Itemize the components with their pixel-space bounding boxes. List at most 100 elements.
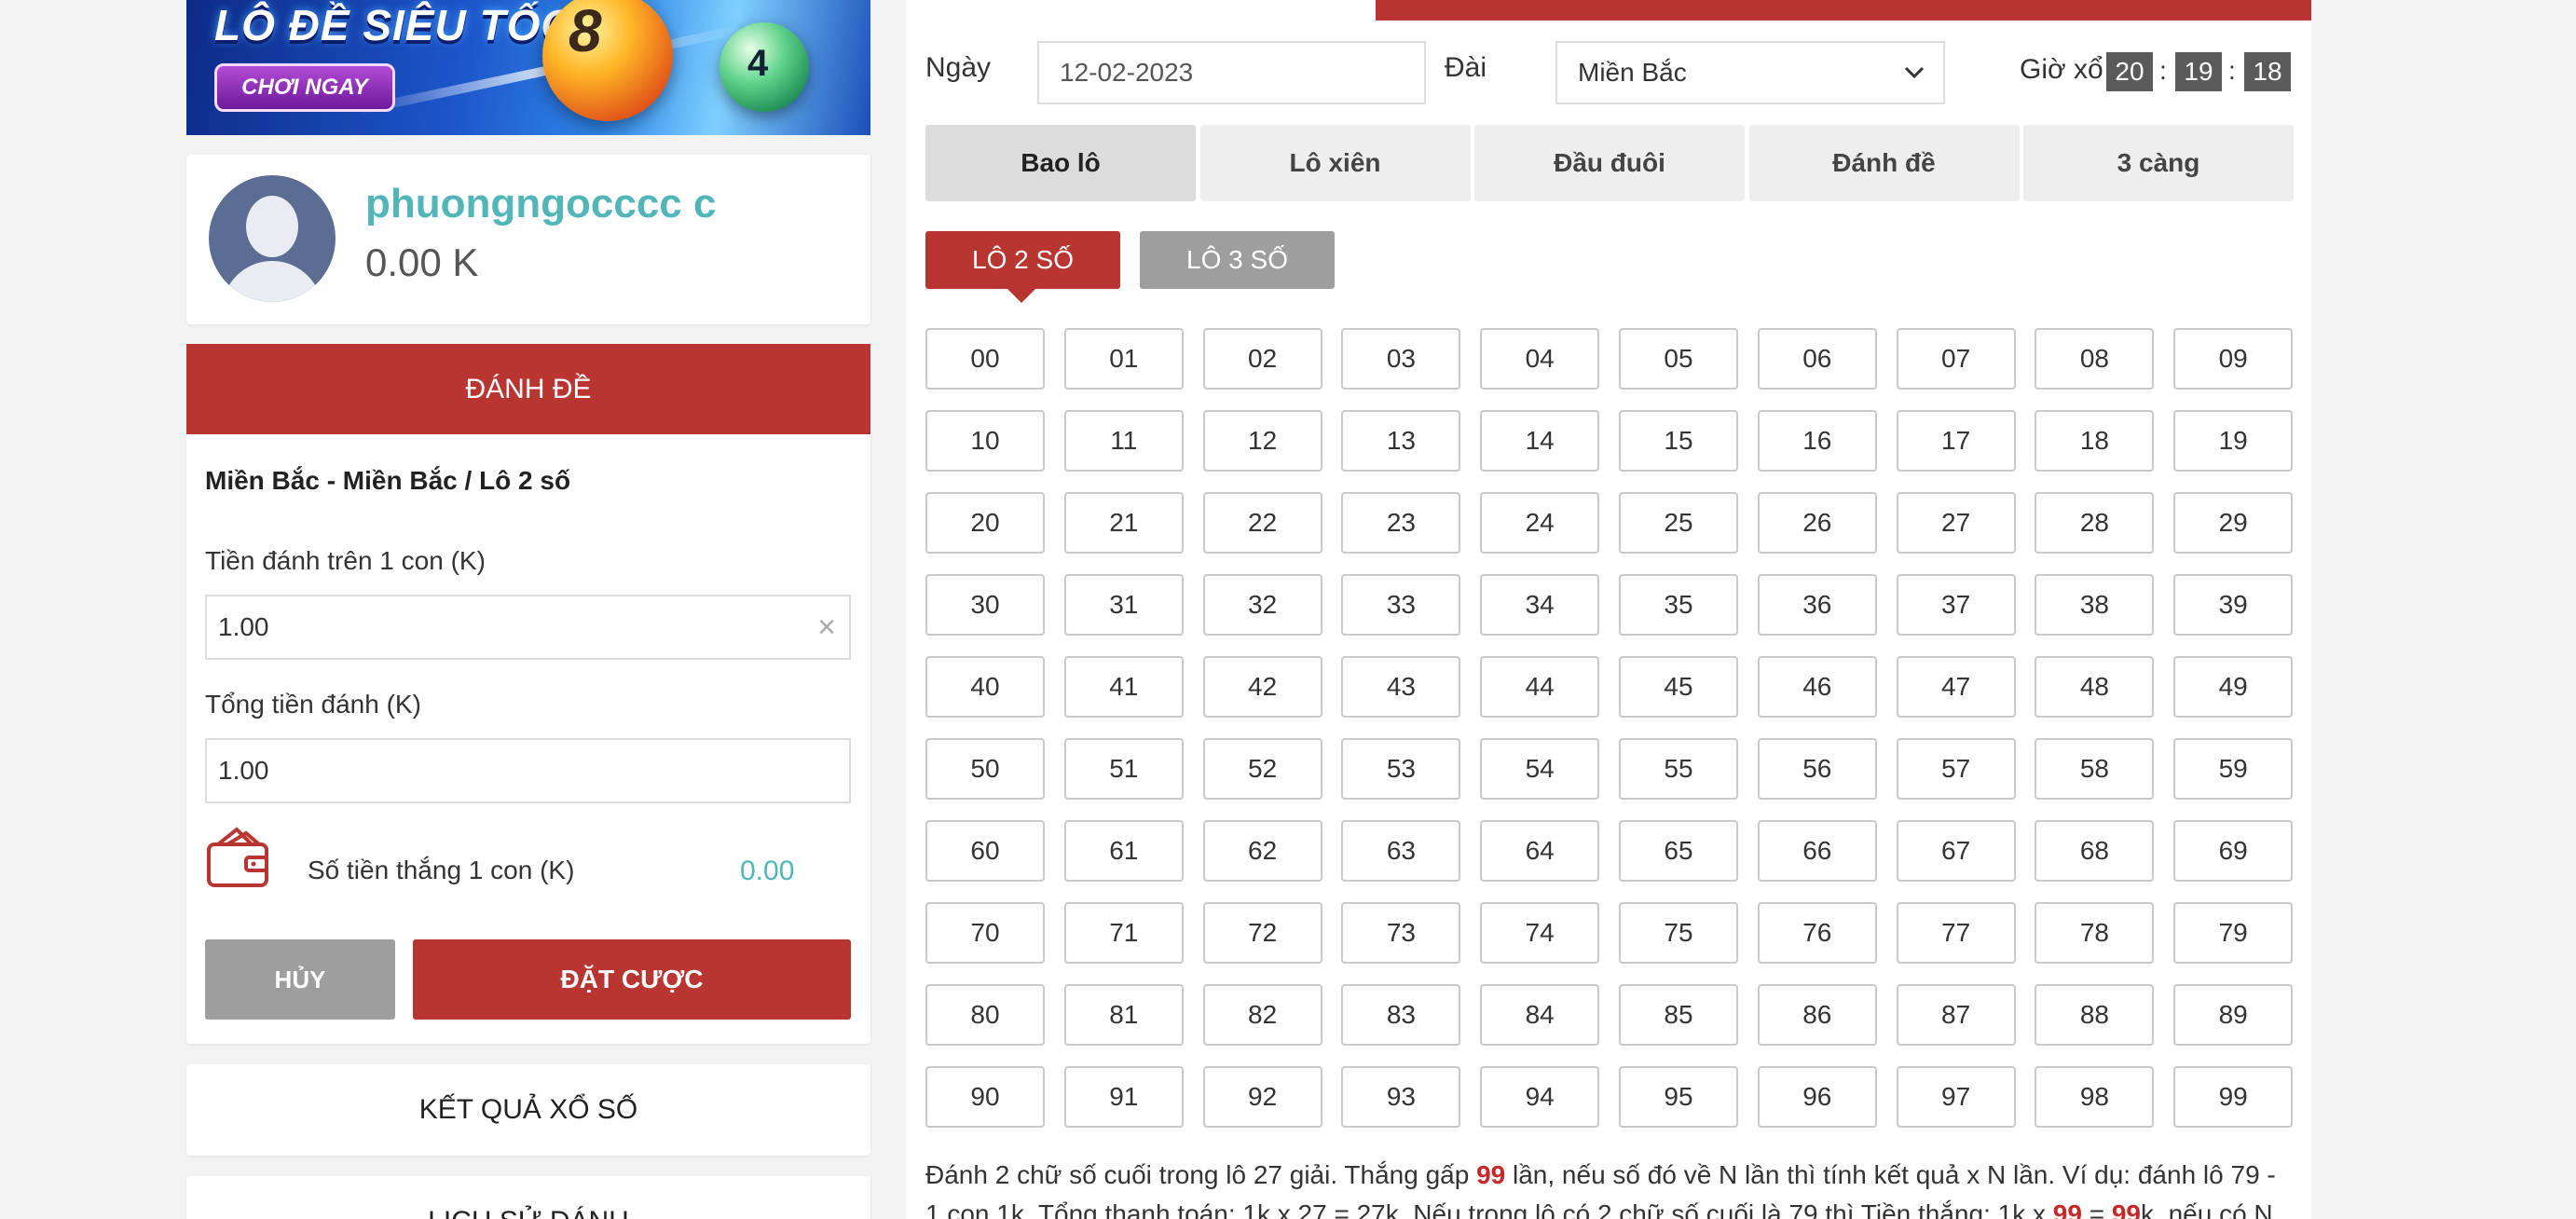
number-cell[interactable]: 43 (1341, 656, 1461, 718)
number-cell[interactable]: 39 (2173, 574, 2294, 636)
number-cell[interactable]: 28 (2035, 492, 2155, 554)
number-cell[interactable]: 37 (1896, 574, 2016, 636)
number-cell[interactable]: 68 (2035, 820, 2155, 882)
number-cell[interactable]: 98 (2035, 1066, 2155, 1128)
number-cell[interactable]: 36 (1757, 574, 1877, 636)
number-cell[interactable]: 99 (2173, 1066, 2294, 1128)
number-cell[interactable]: 07 (1896, 328, 2016, 390)
number-cell[interactable]: 50 (925, 738, 1045, 800)
number-cell[interactable]: 53 (1341, 738, 1461, 800)
number-cell[interactable]: 41 (1063, 656, 1184, 718)
tab-5[interactable]: 3 càng (2023, 125, 2294, 201)
number-cell[interactable]: 09 (2173, 328, 2294, 390)
number-cell[interactable]: 33 (1341, 574, 1461, 636)
number-cell[interactable]: 81 (1063, 984, 1184, 1046)
number-cell[interactable]: 56 (1757, 738, 1877, 800)
number-cell[interactable]: 40 (925, 656, 1045, 718)
date-input[interactable]: 12-02-2023 (1037, 41, 1426, 104)
number-cell[interactable]: 13 (1341, 410, 1461, 472)
number-cell[interactable]: 90 (925, 1066, 1045, 1128)
number-cell[interactable]: 96 (1757, 1066, 1877, 1128)
number-cell[interactable]: 67 (1896, 820, 2016, 882)
number-cell[interactable]: 57 (1896, 738, 2016, 800)
number-cell[interactable]: 32 (1202, 574, 1322, 636)
number-cell[interactable]: 84 (1480, 984, 1600, 1046)
number-cell[interactable]: 78 (2035, 902, 2155, 964)
number-cell[interactable]: 58 (2035, 738, 2155, 800)
number-cell[interactable]: 02 (1202, 328, 1322, 390)
number-cell[interactable]: 00 (925, 328, 1045, 390)
number-cell[interactable]: 11 (1063, 410, 1184, 472)
number-cell[interactable]: 25 (1619, 492, 1738, 554)
number-cell[interactable]: 59 (2173, 738, 2294, 800)
number-cell[interactable]: 70 (925, 902, 1045, 964)
number-cell[interactable]: 86 (1757, 984, 1877, 1046)
total-input[interactable]: 1.00 (205, 738, 851, 803)
subtab-lo-2-so[interactable]: LÔ 2 SỐ (925, 231, 1120, 289)
number-cell[interactable]: 79 (2173, 902, 2294, 964)
number-cell[interactable]: 01 (1063, 328, 1184, 390)
number-cell[interactable]: 87 (1896, 984, 2016, 1046)
number-cell[interactable]: 20 (925, 492, 1045, 554)
number-cell[interactable]: 75 (1619, 902, 1738, 964)
number-cell[interactable]: 04 (1480, 328, 1600, 390)
number-cell[interactable]: 51 (1063, 738, 1184, 800)
number-cell[interactable]: 93 (1341, 1066, 1461, 1128)
number-cell[interactable]: 22 (1202, 492, 1322, 554)
banner-play-button[interactable]: CHƠI NGAY (214, 63, 395, 112)
avatar[interactable] (209, 175, 336, 302)
station-select[interactable]: Miền Bắc (1555, 41, 1945, 104)
number-cell[interactable]: 34 (1480, 574, 1600, 636)
number-cell[interactable]: 54 (1480, 738, 1600, 800)
number-cell[interactable]: 80 (925, 984, 1045, 1046)
number-cell[interactable]: 18 (2035, 410, 2155, 472)
number-cell[interactable]: 82 (1202, 984, 1322, 1046)
number-cell[interactable]: 05 (1619, 328, 1738, 390)
number-cell[interactable]: 52 (1202, 738, 1322, 800)
number-cell[interactable]: 65 (1619, 820, 1738, 882)
number-cell[interactable]: 55 (1619, 738, 1738, 800)
number-cell[interactable]: 30 (925, 574, 1045, 636)
number-cell[interactable]: 03 (1341, 328, 1461, 390)
number-cell[interactable]: 35 (1619, 574, 1738, 636)
number-cell[interactable]: 97 (1896, 1066, 2016, 1128)
cancel-button[interactable]: HỦY (205, 939, 395, 1020)
promo-banner[interactable]: LÔ ĐỀ SIÊU TỐC CHƠI NGAY 8 4 (186, 0, 870, 135)
number-cell[interactable]: 10 (925, 410, 1045, 472)
number-cell[interactable]: 46 (1757, 656, 1877, 718)
number-cell[interactable]: 91 (1063, 1066, 1184, 1128)
number-cell[interactable]: 21 (1063, 492, 1184, 554)
number-cell[interactable]: 47 (1896, 656, 2016, 718)
tab-4[interactable]: Đánh đề (1748, 125, 2020, 201)
number-cell[interactable]: 08 (2035, 328, 2155, 390)
subtab-lo-3-so[interactable]: LÔ 3 SỐ (1140, 231, 1335, 289)
number-cell[interactable]: 89 (2173, 984, 2294, 1046)
number-cell[interactable]: 29 (2173, 492, 2294, 554)
number-cell[interactable]: 14 (1480, 410, 1600, 472)
number-cell[interactable]: 16 (1757, 410, 1877, 472)
tab-3[interactable]: Đầu đuôi (1474, 125, 1745, 201)
number-cell[interactable]: 48 (2035, 656, 2155, 718)
number-cell[interactable]: 88 (2035, 984, 2155, 1046)
number-cell[interactable]: 72 (1202, 902, 1322, 964)
lottery-results-link[interactable]: KẾT QUẢ XỔ SỐ (186, 1064, 870, 1156)
number-cell[interactable]: 26 (1757, 492, 1877, 554)
number-cell[interactable]: 63 (1341, 820, 1461, 882)
number-cell[interactable]: 74 (1480, 902, 1600, 964)
number-cell[interactable]: 42 (1202, 656, 1322, 718)
number-cell[interactable]: 17 (1896, 410, 2016, 472)
number-cell[interactable]: 94 (1480, 1066, 1600, 1128)
number-cell[interactable]: 62 (1202, 820, 1322, 882)
number-cell[interactable]: 95 (1619, 1066, 1738, 1128)
number-cell[interactable]: 31 (1063, 574, 1184, 636)
per-number-input[interactable]: 1.00 × (205, 595, 851, 660)
username[interactable]: phuongngocccc c (365, 181, 716, 227)
number-cell[interactable]: 85 (1619, 984, 1738, 1046)
number-cell[interactable]: 83 (1341, 984, 1461, 1046)
number-cell[interactable]: 61 (1063, 820, 1184, 882)
bet-history-link[interactable]: LỊCH SỬ ĐÁNH (186, 1176, 870, 1219)
number-cell[interactable]: 64 (1480, 820, 1600, 882)
number-cell[interactable]: 15 (1619, 410, 1738, 472)
number-cell[interactable]: 12 (1202, 410, 1322, 472)
number-cell[interactable]: 45 (1619, 656, 1738, 718)
